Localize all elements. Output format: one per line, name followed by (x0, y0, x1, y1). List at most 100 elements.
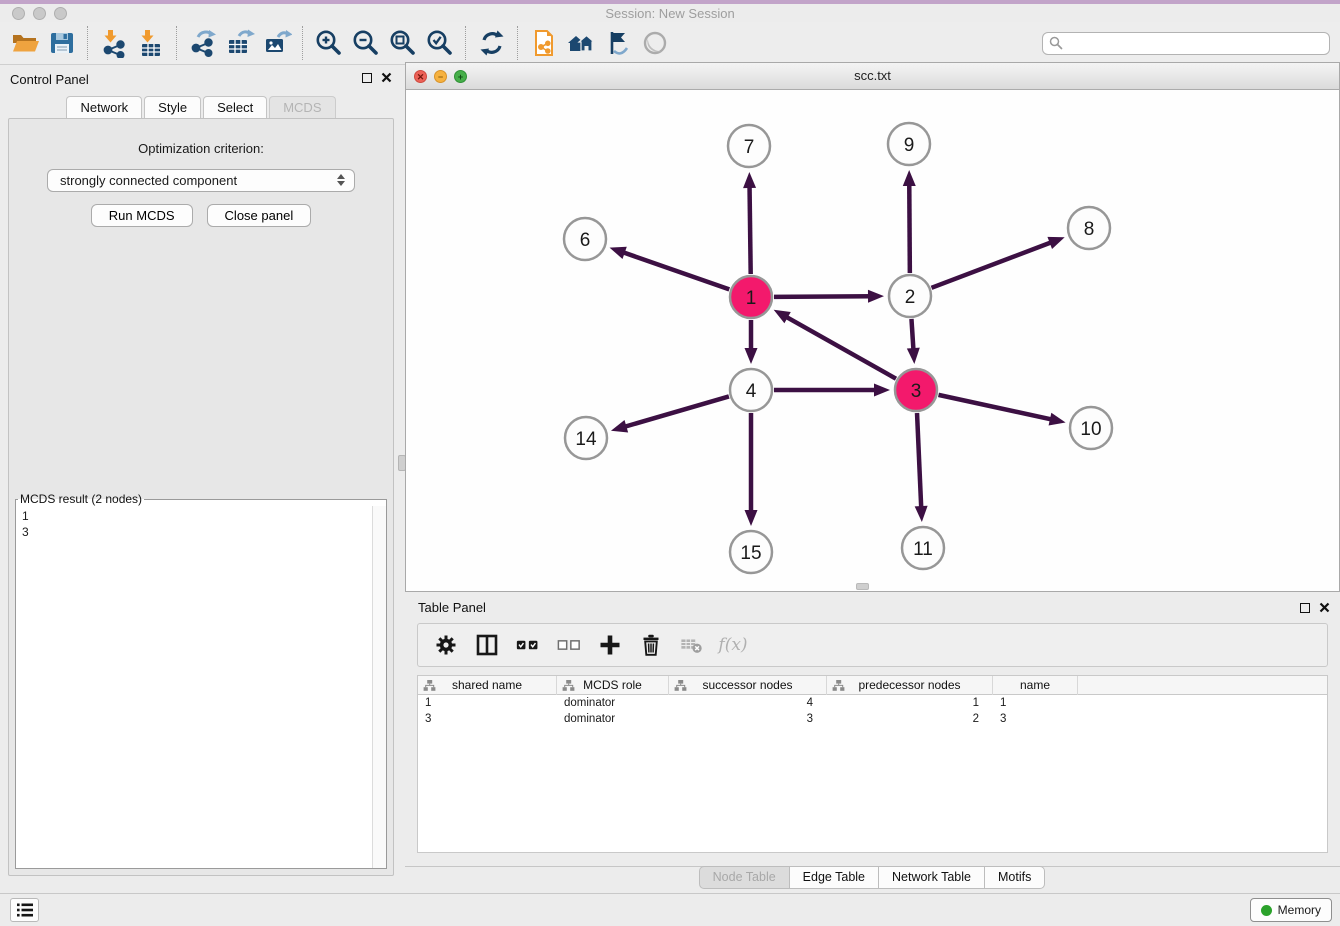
cell-name[interactable]: 3 (993, 711, 1078, 727)
export-network-button[interactable] (186, 25, 219, 61)
memory-button[interactable]: Memory (1250, 898, 1332, 922)
graph-edge-1-2[interactable] (774, 296, 872, 297)
open-session-button[interactable] (8, 25, 41, 61)
task-history-button[interactable] (10, 898, 39, 922)
graph-edge-3-10[interactable] (938, 395, 1053, 420)
cell-mcds-role[interactable]: dominator (557, 711, 669, 727)
mcds-panel-body: Optimization criterion: strongly connect… (8, 118, 394, 876)
zoom-out-button[interactable] (349, 25, 382, 61)
graph-node-label: 10 (1080, 419, 1101, 440)
graph-node-label: 14 (575, 429, 597, 450)
zoom-selected-button[interactable] (423, 25, 456, 61)
graph-edge-3-1[interactable] (784, 316, 896, 379)
column-header-predecessor-nodes[interactable]: predecessor nodes (827, 676, 993, 695)
graph-edge-arrowhead (874, 384, 890, 397)
network-from-selection-icon (529, 28, 559, 58)
search-box[interactable] (1042, 32, 1330, 55)
zoom-fit-button[interactable] (386, 25, 419, 61)
export-table-button[interactable] (223, 25, 256, 61)
zoom-in-icon (314, 28, 344, 58)
select-all-button[interactable] (516, 633, 540, 657)
graph-node-label: 6 (580, 230, 591, 251)
graph-edge-3-11[interactable] (917, 413, 921, 510)
optimization-criterion-select[interactable]: strongly connected component (47, 169, 355, 192)
graph-node-label: 4 (746, 381, 757, 402)
graph-edge-arrowhead (903, 170, 916, 186)
open-folder-icon (10, 28, 40, 58)
cell-predecessor-nodes[interactable]: 2 (827, 711, 993, 727)
result-scrollbar[interactable] (372, 506, 386, 868)
graph-edge-4-14[interactable] (622, 396, 728, 427)
delete-table-button[interactable] (680, 633, 704, 657)
graph-edge-1-7[interactable] (750, 184, 751, 274)
network-window-title: scc.txt (406, 68, 1339, 83)
column-header-name[interactable]: name (993, 676, 1078, 695)
table-row[interactable]: 3 dominator 3 2 3 (418, 711, 1327, 727)
refresh-button[interactable] (475, 25, 508, 61)
cell-mcds-role[interactable]: dominator (557, 695, 669, 711)
float-panel-icon[interactable] (362, 73, 372, 83)
control-panel-title: Control Panel (10, 72, 89, 87)
tab-select[interactable]: Select (203, 96, 267, 119)
column-header-successor-nodes[interactable]: successor nodes (669, 676, 827, 695)
horizontal-splitter-handle[interactable] (856, 583, 869, 590)
application-window: Session: New Session (0, 0, 1340, 926)
toolbar-separator (176, 26, 177, 60)
save-session-button[interactable] (45, 25, 78, 61)
cell-name[interactable]: 1 (993, 695, 1078, 711)
cell-predecessor-nodes[interactable]: 1 (827, 695, 993, 711)
close-table-panel-icon[interactable] (1319, 602, 1330, 613)
table-settings-button[interactable] (434, 633, 458, 657)
import-table-button[interactable] (134, 25, 167, 61)
tab-motifs[interactable]: Motifs (984, 866, 1045, 889)
gear-icon (434, 633, 458, 657)
flag-view-button[interactable] (601, 25, 634, 61)
close-panel-icon[interactable] (381, 72, 392, 83)
graph-node-label: 3 (911, 381, 922, 402)
graph-edge-arrowhead (1047, 237, 1064, 249)
cell-successor-nodes[interactable]: 3 (669, 711, 827, 727)
graph-node-label: 11 (913, 539, 933, 560)
mcds-result-line: 3 (22, 524, 366, 540)
delete-column-button[interactable] (639, 633, 663, 657)
run-mcds-button[interactable]: Run MCDS (91, 204, 193, 227)
tab-network-table[interactable]: Network Table (878, 866, 985, 889)
export-image-button[interactable] (260, 25, 293, 61)
table-row[interactable]: 1 dominator 4 1 1 (418, 695, 1327, 711)
tab-mcds[interactable]: MCDS (269, 96, 335, 119)
network-from-selection-button[interactable] (527, 25, 560, 61)
float-table-panel-icon[interactable] (1300, 603, 1310, 613)
show-column-panel-button[interactable] (475, 633, 499, 657)
mcds-result-list[interactable]: 1 3 (16, 506, 372, 868)
network-window-titlebar[interactable]: ✕ − + scc.txt (406, 63, 1339, 90)
tab-network[interactable]: Network (66, 96, 142, 119)
cell-shared-name[interactable]: 3 (418, 711, 557, 727)
tab-style[interactable]: Style (144, 96, 201, 119)
tab-node-table[interactable]: Node Table (699, 866, 790, 889)
close-panel-button[interactable]: Close panel (207, 204, 312, 227)
column-header-mcds-role[interactable]: MCDS role (557, 676, 669, 695)
import-network-button[interactable] (97, 25, 130, 61)
deselect-all-button[interactable] (557, 633, 581, 657)
birdseye-view-button[interactable] (638, 25, 671, 61)
titlebar: Session: New Session (0, 4, 1340, 22)
graph-edge-1-6[interactable] (621, 252, 729, 290)
network-canvas[interactable]: 7968124314101511 (406, 90, 1339, 591)
column-header-shared-name[interactable]: shared name (418, 676, 557, 695)
search-input[interactable] (1063, 36, 1323, 50)
apply-function-button[interactable]: f(x) (721, 633, 745, 657)
list-icon (16, 902, 34, 918)
toolbar-separator (465, 26, 466, 60)
cell-successor-nodes[interactable]: 4 (669, 695, 827, 711)
graph-edge-2-8[interactable] (932, 241, 1054, 287)
hierarchy-icon (674, 679, 687, 692)
tab-edge-table[interactable]: Edge Table (789, 866, 879, 889)
hierarchy-icon (423, 679, 436, 692)
create-column-button[interactable] (598, 633, 622, 657)
cell-shared-name[interactable]: 1 (418, 695, 557, 711)
zoom-in-button[interactable] (312, 25, 345, 61)
graph-edge-2-3[interactable] (911, 319, 913, 352)
graph-edge-2-9[interactable] (909, 182, 910, 273)
import-table-icon (136, 28, 166, 58)
home-button[interactable] (564, 25, 597, 61)
